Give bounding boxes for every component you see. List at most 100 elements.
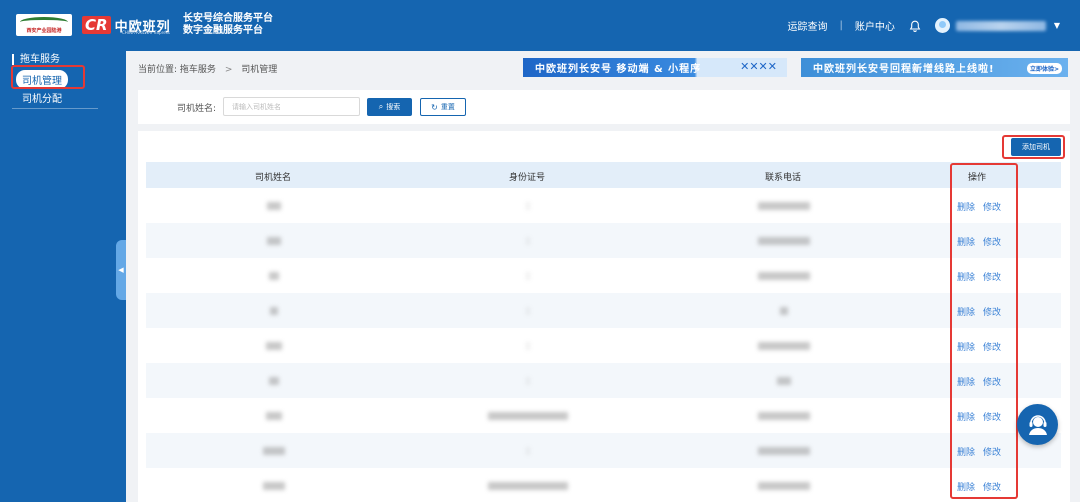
row-actions: 删除 修改 — [957, 200, 1009, 213]
table-row: 删除 修改 — [146, 223, 1061, 258]
id-number-cell — [526, 342, 530, 350]
delete-link[interactable]: 删除 — [957, 238, 975, 248]
top-header: 西安产业园陆港 CR 中欧班列 CHINA RAILWAY Express 长安… — [0, 0, 1080, 51]
edit-link[interactable]: 修改 — [983, 273, 1001, 283]
customer-service-icon[interactable] — [1017, 404, 1058, 445]
phone-cell — [758, 272, 810, 280]
delete-link[interactable]: 删除 — [957, 448, 975, 458]
platform-title: 长安号综合服务平台 数字金融服务平台 — [183, 13, 273, 36]
driver-name-cell — [269, 272, 279, 280]
filter-bar: 司机姓名: ⌕ 搜索 ↻ 重置 — [138, 90, 1070, 124]
driver-name-cell — [267, 237, 281, 245]
table-row: 删除 修改 — [146, 398, 1061, 433]
caret-down-icon[interactable]: ▼ — [1054, 21, 1060, 30]
username-redacted[interactable] — [955, 20, 1046, 31]
driver-name-cell — [267, 202, 281, 210]
phone-cell — [758, 447, 810, 455]
phone-cell — [758, 412, 810, 420]
refresh-icon: ↻ — [431, 102, 438, 112]
sidebar-item-driver-management[interactable]: 司机管理 — [16, 70, 68, 89]
edit-link[interactable]: 修改 — [983, 378, 1001, 388]
driver-name-input[interactable] — [223, 97, 360, 116]
driver-name-cell — [269, 377, 279, 385]
table-row: 删除 修改 — [146, 468, 1061, 502]
driver-name-cell — [263, 447, 285, 455]
driver-name-cell — [263, 482, 285, 490]
phone-cell — [780, 307, 788, 315]
breadcrumb-level2: 司机管理 — [241, 65, 278, 75]
id-number-cell — [526, 202, 530, 210]
column-phone: 联系电话 — [765, 173, 802, 183]
table-row: 删除 修改 — [146, 328, 1061, 363]
nav-tracking[interactable]: 运踪查询 — [787, 18, 827, 33]
table-row: 删除 修改 — [146, 363, 1061, 398]
promo-banner-new-route[interactable]: 中欧班列长安号回程新增线路上线啦! 立即体验> — [801, 58, 1068, 77]
row-actions: 删除 修改 — [957, 480, 1009, 493]
search-button[interactable]: ⌕ 搜索 — [367, 98, 412, 116]
promo-banner-mobile[interactable]: 中欧班列长安号 移动端 & 小程序 ✕✕✕✕ — [523, 58, 787, 77]
add-driver-button[interactable]: 添加司机 — [1011, 138, 1061, 156]
row-actions: 删除 修改 — [957, 410, 1009, 423]
row-actions: 删除 修改 — [957, 340, 1009, 353]
banner-cta[interactable]: 立即体验> — [1026, 63, 1062, 74]
row-actions: 删除 修改 — [957, 270, 1009, 283]
edit-link[interactable]: 修改 — [983, 308, 1001, 318]
column-actions: 操作 — [968, 173, 987, 183]
nav-account-center[interactable]: 账户中心 — [855, 18, 895, 33]
driver-table-panel: 添加司机 司机姓名 身份证号 联系电话 操作 删除 修改 删除 修改 删除 修改 删除 修改删… — [138, 131, 1070, 502]
delete-link[interactable]: 删除 — [957, 483, 975, 493]
collapse-arrow-icon[interactable]: ◀ — [116, 240, 126, 300]
delete-link[interactable]: 删除 — [957, 343, 975, 353]
driver-name-cell — [266, 342, 282, 350]
id-number-cell — [526, 307, 530, 315]
row-actions: 删除 修改 — [957, 305, 1009, 318]
edit-link[interactable]: 修改 — [983, 483, 1001, 493]
id-number-cell — [526, 272, 530, 280]
sidebar-group-trailer-service[interactable]: 拖车服务 — [12, 54, 60, 65]
row-actions: 删除 修改 — [957, 375, 1009, 388]
edit-link[interactable]: 修改 — [983, 238, 1001, 248]
id-number-cell — [488, 412, 568, 420]
delete-link[interactable]: 删除 — [957, 378, 975, 388]
edit-link[interactable]: 修改 — [983, 203, 1001, 213]
phone-cell — [758, 202, 810, 210]
search-icon: ⌕ — [378, 102, 384, 111]
sidebar-divider — [12, 108, 98, 109]
port-logo: 西安产业园陆港 — [16, 14, 72, 36]
id-number-cell — [488, 482, 568, 490]
phone-cell — [758, 237, 810, 245]
breadcrumb-level1[interactable]: 拖车服务 — [180, 65, 216, 75]
edit-link[interactable]: 修改 — [983, 413, 1001, 423]
header-nav: 运踪查询 | 账户中心 ▼ — [787, 18, 1060, 33]
table-row: 删除 修改 — [146, 188, 1061, 223]
delete-link[interactable]: 删除 — [957, 308, 975, 318]
sidebar: 拖车服务 司机管理 司机分配 — [0, 51, 126, 502]
driver-name-label: 司机姓名: — [177, 104, 217, 114]
phone-cell — [777, 377, 791, 385]
id-number-cell — [526, 447, 530, 455]
column-driver-name: 司机姓名 — [255, 173, 292, 183]
driver-name-cell — [270, 307, 278, 315]
avatar-icon[interactable] — [934, 18, 950, 33]
row-actions: 删除 修改 — [957, 235, 1009, 248]
pattern-decoration-icon: ✕✕✕✕ — [740, 60, 777, 73]
edit-link[interactable]: 修改 — [983, 343, 1001, 353]
edit-link[interactable]: 修改 — [983, 448, 1001, 458]
delete-link[interactable]: 删除 — [957, 413, 975, 423]
phone-cell — [758, 482, 810, 490]
table-row: 删除 修改 — [146, 258, 1061, 293]
delete-link[interactable]: 删除 — [957, 203, 975, 213]
bell-icon[interactable] — [909, 20, 921, 32]
sidebar-item-driver-assignment[interactable]: 司机分配 — [16, 88, 68, 107]
cr-express-logo: CR 中欧班列 CHINA RAILWAY Express — [82, 14, 171, 36]
id-number-cell — [526, 377, 530, 385]
table-row: 删除 修改 — [146, 433, 1061, 468]
reset-button[interactable]: ↻ 重置 — [420, 98, 466, 116]
table-header: 司机姓名 身份证号 联系电话 操作 — [146, 162, 1061, 188]
driver-name-cell — [266, 412, 282, 420]
phone-cell — [758, 342, 810, 350]
breadcrumb: 当前位置: 拖车服务 > 司机管理 — [138, 65, 278, 75]
delete-link[interactable]: 删除 — [957, 273, 975, 283]
column-id-number: 身份证号 — [509, 173, 546, 183]
row-actions: 删除 修改 — [957, 445, 1009, 458]
